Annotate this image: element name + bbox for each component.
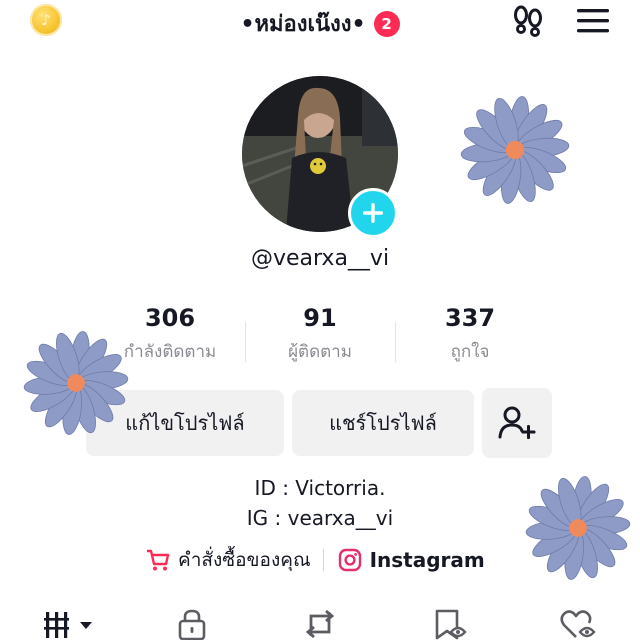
profile-tabs	[0, 606, 640, 640]
stat-likes-value: 337	[444, 304, 496, 332]
cart-icon	[147, 549, 170, 571]
repost-icon[interactable]	[303, 608, 337, 640]
add-photo-button[interactable]	[348, 188, 398, 238]
stat-likes[interactable]: 337 ถูกใจ	[390, 304, 550, 365]
flower-sticker	[460, 96, 570, 204]
stat-likes-label: ถูกใจ	[450, 342, 490, 362]
instagram-icon	[338, 548, 361, 572]
stat-followers[interactable]: 91 ผู้ติดตาม	[240, 304, 400, 365]
grid-icon[interactable]	[44, 610, 96, 640]
flower-sticker	[23, 331, 129, 435]
plus-icon	[363, 203, 383, 223]
add-friend-button[interactable]	[482, 388, 552, 458]
share-profile-button[interactable]: แชร์โปรไฟล์	[292, 390, 474, 456]
share-profile-label: แชร์โปรไฟล์	[329, 411, 437, 435]
stat-followers-value: 91	[303, 304, 337, 332]
menu-icon[interactable]	[576, 8, 610, 34]
lock-icon[interactable]	[176, 608, 208, 640]
footprints-icon[interactable]	[510, 4, 546, 38]
stat-followers-label: ผู้ติดตาม	[288, 342, 352, 362]
bookmark-icon[interactable]	[432, 608, 468, 640]
edit-profile-label: แก้ไขโปรไฟล์	[125, 411, 245, 435]
flower-sticker	[525, 476, 631, 580]
notification-badge: 2	[373, 10, 400, 37]
orders-link[interactable]: คำสั่งซื้อของคุณ	[146, 545, 311, 575]
liked-icon[interactable]	[560, 608, 598, 640]
orders-link-label: คำสั่งซื้อของคุณ	[178, 549, 311, 571]
profile-links: คำสั่งซื้อของคุณ Instagram	[146, 545, 485, 575]
stat-following-value: 306	[144, 304, 196, 332]
username: @vearxa__vi	[250, 246, 390, 271]
instagram-link[interactable]: Instagram	[338, 548, 485, 572]
add-friend-icon	[498, 406, 536, 439]
instagram-link-label: Instagram	[369, 548, 485, 572]
profile-display-name: •หม่องเน๊งง•	[240, 12, 366, 37]
link-separator	[322, 549, 324, 571]
